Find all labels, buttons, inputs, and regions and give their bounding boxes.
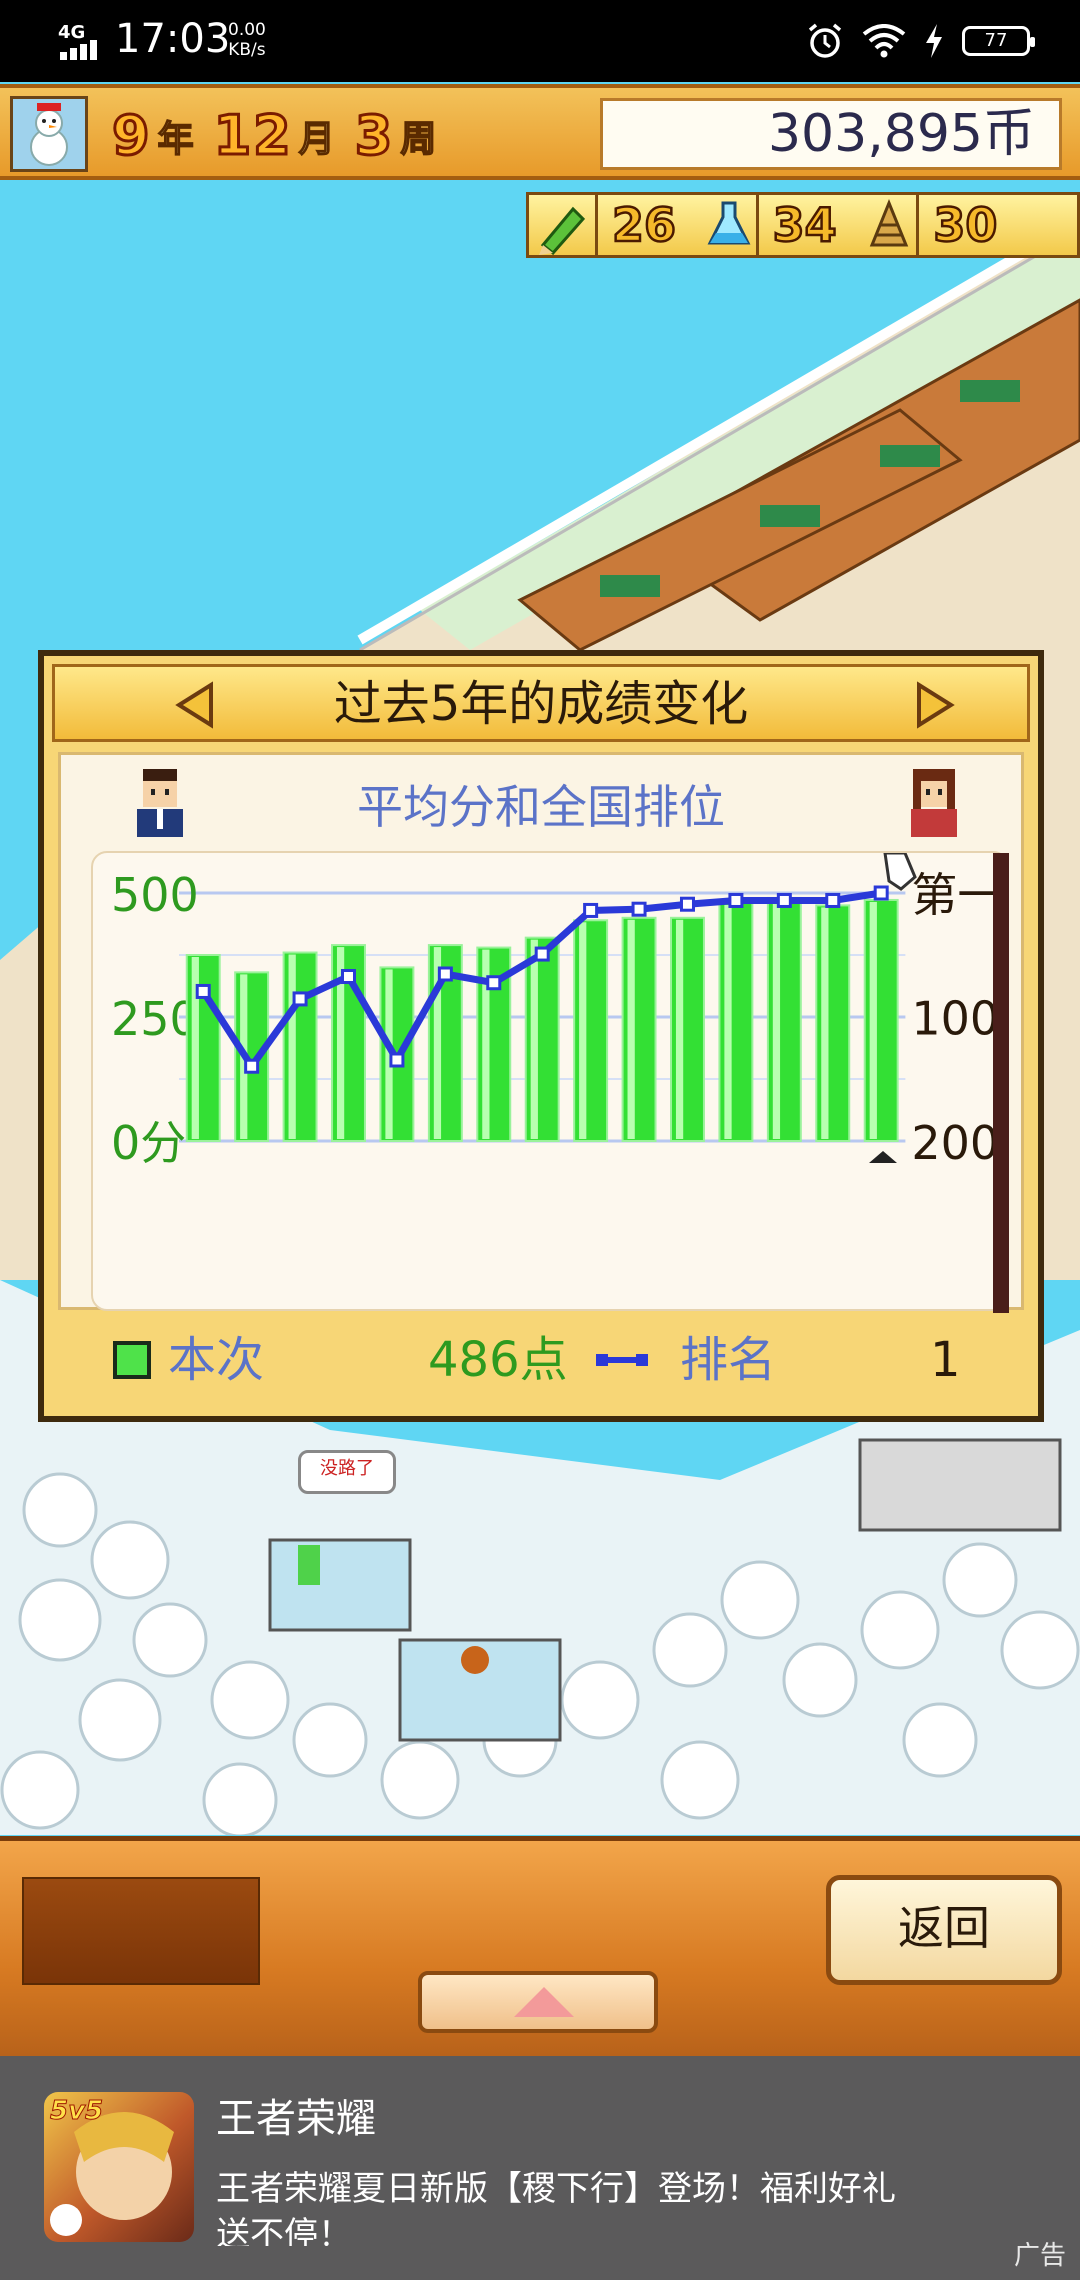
ad-title: 王者荣耀 bbox=[216, 2096, 376, 2142]
y-right-tick-label: 200 bbox=[911, 1116, 999, 1170]
y-left-tick-label: 0分 bbox=[111, 1116, 186, 1170]
ad-description: 王者荣耀夏日新版【稷下行】登场！福利好礼送不停！ bbox=[216, 2169, 896, 2246]
dialog-title: 过去5年的成绩变化 bbox=[333, 676, 749, 732]
speech-bubble: 没路了 bbox=[298, 1450, 396, 1494]
signal-icon bbox=[60, 40, 97, 60]
rank-point bbox=[728, 892, 744, 908]
chart-subtitle: 平均分和全国排位 bbox=[357, 780, 725, 834]
game-ad-icon[interactable]: 5v5 bbox=[44, 2092, 194, 2242]
dialog-body: 平均分和全国排位 0分 250 500 第一 100 200 bbox=[58, 752, 1024, 1313]
rank-point bbox=[631, 901, 647, 917]
score-bar-highlight bbox=[675, 919, 684, 1139]
stat-pencil bbox=[529, 195, 598, 256]
stat-science: 26 bbox=[598, 195, 759, 255]
score-bar-highlight bbox=[821, 907, 829, 1139]
ad-banner[interactable]: 5v5 王者荣耀 王者荣耀夏日新版【稷下行】登场！福利好礼送不停！ 广告 bbox=[0, 2056, 1080, 2280]
net-speed: 0.00 KB/s bbox=[228, 20, 266, 60]
week-unit: 周 bbox=[400, 118, 438, 161]
battery-icon: 77 bbox=[962, 26, 1035, 56]
stats-strip: 26 34 30 bbox=[526, 192, 1080, 258]
flask-icon bbox=[707, 201, 751, 245]
rank-point bbox=[244, 1058, 260, 1074]
stat-value-3: 30 bbox=[932, 197, 999, 254]
charging-icon bbox=[926, 24, 942, 58]
ad-icon-badge: 5v5 bbox=[49, 2096, 104, 2127]
season-snowman-icon[interactable] bbox=[10, 96, 88, 172]
status-bar: 4G 17:03 0.00 KB/s 77 bbox=[0, 0, 1080, 82]
rank-point bbox=[534, 946, 550, 962]
y-right-tick-label: 100 bbox=[911, 991, 999, 1045]
stat-value-2: 34 bbox=[771, 197, 838, 254]
rank-point bbox=[486, 975, 502, 991]
rank-point bbox=[437, 966, 453, 982]
rank-point bbox=[776, 892, 792, 908]
score-history-dialog: 过去5年的成绩变化 平均分和全国排位 0分 250 500 第一 100 200 本 bbox=[38, 650, 1044, 1422]
rank-point bbox=[292, 991, 308, 1007]
net-speed-value: 0.00 bbox=[228, 20, 266, 40]
month-unit: 月 bbox=[298, 118, 336, 161]
score-bar-highlight bbox=[724, 904, 732, 1139]
chart-scrollbar bbox=[993, 853, 1009, 1313]
game-date: 9 年 12 月 3 周 bbox=[111, 102, 450, 167]
rank-point bbox=[679, 896, 695, 912]
rank-point bbox=[389, 1052, 405, 1068]
score-bar-highlight bbox=[288, 954, 296, 1139]
pencil-icon bbox=[539, 206, 586, 256]
y-left-tick-label: 250 bbox=[111, 992, 199, 1046]
chart-canvas: 0分 250 500 第一 100 200 bbox=[111, 853, 1009, 1313]
y-right-tick-label: 第一 bbox=[911, 868, 1003, 922]
ad-label: 广告 bbox=[1013, 2241, 1066, 2271]
year-unit: 年 bbox=[157, 118, 195, 161]
year-number: 9 bbox=[111, 104, 152, 167]
score-bar-highlight bbox=[579, 922, 587, 1139]
info-slot bbox=[22, 1877, 260, 1985]
scroll-marker-icon bbox=[869, 1151, 897, 1163]
girl-avatar-icon bbox=[911, 769, 957, 837]
next-arrow-button[interactable] bbox=[913, 681, 957, 729]
chart-legend: 本次 486点 排名 1 bbox=[58, 1320, 1024, 1404]
rank-point bbox=[340, 968, 356, 984]
rank-point bbox=[873, 885, 889, 901]
week-number: 3 bbox=[353, 104, 395, 167]
legend-rank-label: 排名 bbox=[680, 1332, 777, 1388]
score-chart: 0分 250 500 第一 100 200 bbox=[91, 851, 1009, 1313]
score-bar bbox=[234, 971, 270, 1142]
score-bar-highlight bbox=[869, 901, 877, 1139]
up-arrow-icon bbox=[514, 1987, 574, 2017]
month-number: 12 bbox=[212, 104, 293, 167]
score-bar-highlight bbox=[627, 919, 635, 1139]
money-display: 303,895币 bbox=[600, 98, 1062, 170]
wifi-icon bbox=[862, 24, 906, 58]
score-bar-highlight bbox=[530, 939, 538, 1139]
back-button[interactable]: 返回 bbox=[826, 1875, 1062, 1985]
stat-third: 30 bbox=[919, 195, 1078, 255]
legend-rank-line-swatch bbox=[596, 1354, 648, 1366]
game-hud: 9 年 12 月 3 周 303,895币 bbox=[0, 84, 1080, 180]
clock: 17:03 bbox=[115, 16, 231, 62]
legend-current-value: 486点 bbox=[428, 1332, 568, 1388]
cone-icon bbox=[870, 199, 909, 247]
bottom-control-panel: 返回 bbox=[0, 1836, 1080, 2056]
expand-up-button[interactable] bbox=[418, 1971, 658, 2033]
net-speed-unit: KB/s bbox=[228, 40, 266, 60]
legend-rank-value: 1 bbox=[930, 1332, 961, 1388]
dialog-title-bar: 过去5年的成绩变化 bbox=[52, 664, 1030, 742]
score-bar bbox=[185, 954, 221, 1142]
stat-building: 34 bbox=[758, 195, 920, 255]
alarm-icon bbox=[808, 23, 842, 58]
rank-point bbox=[583, 902, 599, 918]
legend-bar-swatch bbox=[113, 1341, 151, 1379]
y-left-tick-label: 500 bbox=[111, 868, 199, 922]
score-bar-highlight bbox=[772, 899, 781, 1139]
score-bar bbox=[282, 951, 318, 1142]
rank-point bbox=[825, 892, 841, 908]
rank-point bbox=[195, 983, 211, 999]
legend-current-label: 本次 bbox=[168, 1332, 265, 1388]
stat-value-1: 26 bbox=[611, 197, 678, 254]
